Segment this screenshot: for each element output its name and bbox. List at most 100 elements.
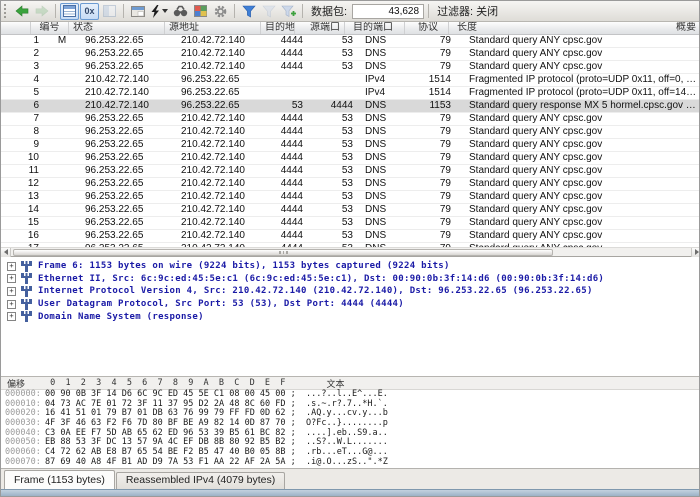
tree-node[interactable]: + Ethernet II, Src: 6c:9c:ed:45:5e:c1 (6… (7, 273, 699, 286)
matrix-button[interactable] (191, 3, 210, 20)
bottom-resize-strip[interactable] (1, 489, 699, 497)
scrollbar-thumb[interactable] (13, 249, 553, 256)
tree-node[interactable]: + Internet Protocol Version 4, Src: 210.… (7, 285, 699, 298)
cell-source-address: 96.253.22.65 (81, 178, 177, 190)
filter-remove-button[interactable] (259, 3, 278, 20)
expand-plus-icon[interactable]: + (7, 287, 16, 296)
table-row[interactable]: 1 M 96.253.22.65 210.42.72.140 4444 53 D… (1, 35, 700, 48)
toolbar-grip[interactable] (4, 4, 8, 18)
scrollbar-track[interactable] (11, 248, 691, 257)
table-row[interactable]: 15 96.253.22.65 210.42.72.140 4444 53 DN… (1, 217, 700, 230)
column-header[interactable] (1, 22, 31, 34)
expand-plus-icon[interactable]: + (7, 312, 16, 321)
column-header[interactable]: 编号 (31, 22, 69, 34)
cell-dest-port: 53 (307, 243, 357, 247)
table-row[interactable]: 8 96.253.22.65 210.42.72.140 4444 53 DNS… (1, 126, 700, 139)
table-row[interactable]: 16 96.253.22.65 210.42.72.140 4444 53 DN… (1, 230, 700, 243)
expand-plus-icon[interactable]: + (7, 274, 16, 283)
table-row[interactable]: 12 96.253.22.65 210.42.72.140 4444 53 DN… (1, 178, 700, 191)
filter-button[interactable] (239, 3, 258, 20)
column-header[interactable]: 源地址 (165, 22, 261, 34)
cell-source-port: 4444 (273, 126, 307, 138)
cell-dest-port: 53 (307, 61, 357, 73)
column-header[interactable]: 源端口 (295, 22, 345, 34)
tree-node-label: Frame 6: 1153 bytes on wire (9224 bits),… (38, 260, 450, 272)
protocol-branch-icon (20, 299, 33, 310)
table-row[interactable]: 7 96.253.22.65 210.42.72.140 4444 53 DNS… (1, 113, 700, 126)
table-row[interactable]: 17 96.253.22.65 210.42.72.140 4444 53 DN… (1, 243, 700, 247)
cell-source-port (273, 87, 307, 99)
table-row[interactable]: 5 210.42.72.140 96.253.22.65 IPv4 1514 F… (1, 87, 700, 100)
tree-node[interactable]: + Domain Name System (response) (7, 310, 699, 323)
tree-node[interactable]: + User Datagram Protocol, Src Port: 53 (… (7, 298, 699, 311)
column-header[interactable]: 目的端口 (345, 22, 405, 34)
table-row[interactable]: 9 96.253.22.65 210.42.72.140 4444 53 DNS… (1, 139, 700, 152)
row-gutter (1, 100, 13, 112)
cell-source-address: 96.253.22.65 (81, 61, 177, 73)
table-row[interactable]: 10 96.253.22.65 210.42.72.140 4444 53 DN… (1, 152, 700, 165)
toolbar: 0x 数据包: 43,6 (1, 1, 699, 22)
cell-protocol: DNS (357, 113, 417, 125)
cell-dest-port: 53 (307, 126, 357, 138)
packet-list-toggle[interactable] (60, 3, 79, 20)
horizontal-scrollbar[interactable] (1, 247, 700, 256)
cell-dest-address: 210.42.72.140 (177, 204, 273, 216)
gear-icon (214, 5, 227, 18)
hex-digit: 3 (91, 378, 106, 388)
column-header[interactable]: 协议 (405, 22, 449, 34)
column-header[interactable]: 概要 (672, 22, 700, 34)
column-header[interactable]: 长度 (449, 22, 672, 34)
table-row[interactable]: 6 210.42.72.140 96.253.22.65 53 4444 DNS… (1, 100, 700, 113)
table-row[interactable]: 14 96.253.22.65 210.42.72.140 4444 53 DN… (1, 204, 700, 217)
cell-status (43, 178, 81, 190)
find-button[interactable] (171, 3, 190, 20)
hex-offset-header: 偏移 (1, 377, 45, 390)
auto-analyze-button[interactable] (148, 3, 170, 20)
table-row[interactable]: 4 210.42.72.140 96.253.22.65 IPv4 1514 F… (1, 74, 700, 87)
decode-tab[interactable]: Frame (1153 bytes) (4, 470, 115, 489)
forward-button[interactable] (32, 3, 51, 20)
table-row[interactable]: 2 96.253.22.65 210.42.72.140 4444 53 DNS… (1, 48, 700, 61)
hex-digit: 6 (137, 378, 152, 388)
cell-length: 79 (417, 217, 461, 229)
table-row[interactable]: 13 96.253.22.65 210.42.72.140 4444 53 DN… (1, 191, 700, 204)
packet-analyzer-window: 0x 数据包: 43,6 (0, 0, 700, 497)
filter-add-button[interactable] (279, 3, 298, 20)
expand-plus-icon[interactable]: + (7, 262, 16, 271)
row-gutter (1, 191, 13, 203)
hex-view-toggle[interactable]: 0x (80, 3, 99, 20)
table-row[interactable]: 3 96.253.22.65 210.42.72.140 4444 53 DNS… (1, 61, 700, 74)
cell-length: 79 (417, 243, 461, 247)
row-gutter (1, 126, 13, 138)
column-header[interactable]: 状态 (69, 22, 165, 34)
cell-protocol: DNS (357, 243, 417, 247)
toolbar-separator (55, 4, 56, 18)
cell-protocol: DNS (357, 230, 417, 242)
filter-status-label: 过滤器: 关闭 (433, 3, 502, 19)
scroll-right-button[interactable] (691, 248, 700, 257)
table-row[interactable]: 11 96.253.22.65 210.42.72.140 4444 53 DN… (1, 165, 700, 178)
expand-plus-icon[interactable]: + (7, 300, 16, 309)
hex-row[interactable]: 000070: 87 69 40 A8 4F B1 AD D9 7A 53 F1… (1, 458, 699, 468)
row-gutter (1, 139, 13, 151)
row-gutter (1, 165, 13, 177)
cell-summary: Fragmented IP protocol (proto=UDP 0x11, … (461, 87, 700, 99)
decode-tab[interactable]: Reassembled IPv4 (4079 bytes) (116, 472, 285, 489)
back-button[interactable] (12, 3, 31, 20)
protocol-branch-icon (20, 261, 33, 272)
cell-source-port: 53 (273, 100, 307, 112)
cell-status (43, 139, 81, 151)
window-panel-button[interactable] (128, 3, 147, 20)
cell-summary: Standard query ANY cpsc.gov (461, 204, 700, 216)
hex-rows: 000000: 00 90 0B 3F 14 D6 6C 9C ED 45 5E… (1, 390, 699, 468)
tree-node[interactable]: + Frame 6: 1153 bytes on wire (9224 bits… (7, 260, 699, 273)
cell-number: 13 (13, 191, 43, 203)
cell-number: 16 (13, 230, 43, 242)
column-header[interactable]: 目的地址 (261, 22, 295, 34)
cell-protocol: DNS (357, 152, 417, 164)
scroll-left-button[interactable] (1, 248, 11, 257)
cell-dest-address: 210.42.72.140 (177, 152, 273, 164)
settings-button[interactable] (211, 3, 230, 20)
decode-view-toggle[interactable] (100, 3, 119, 20)
cell-length: 79 (417, 178, 461, 190)
